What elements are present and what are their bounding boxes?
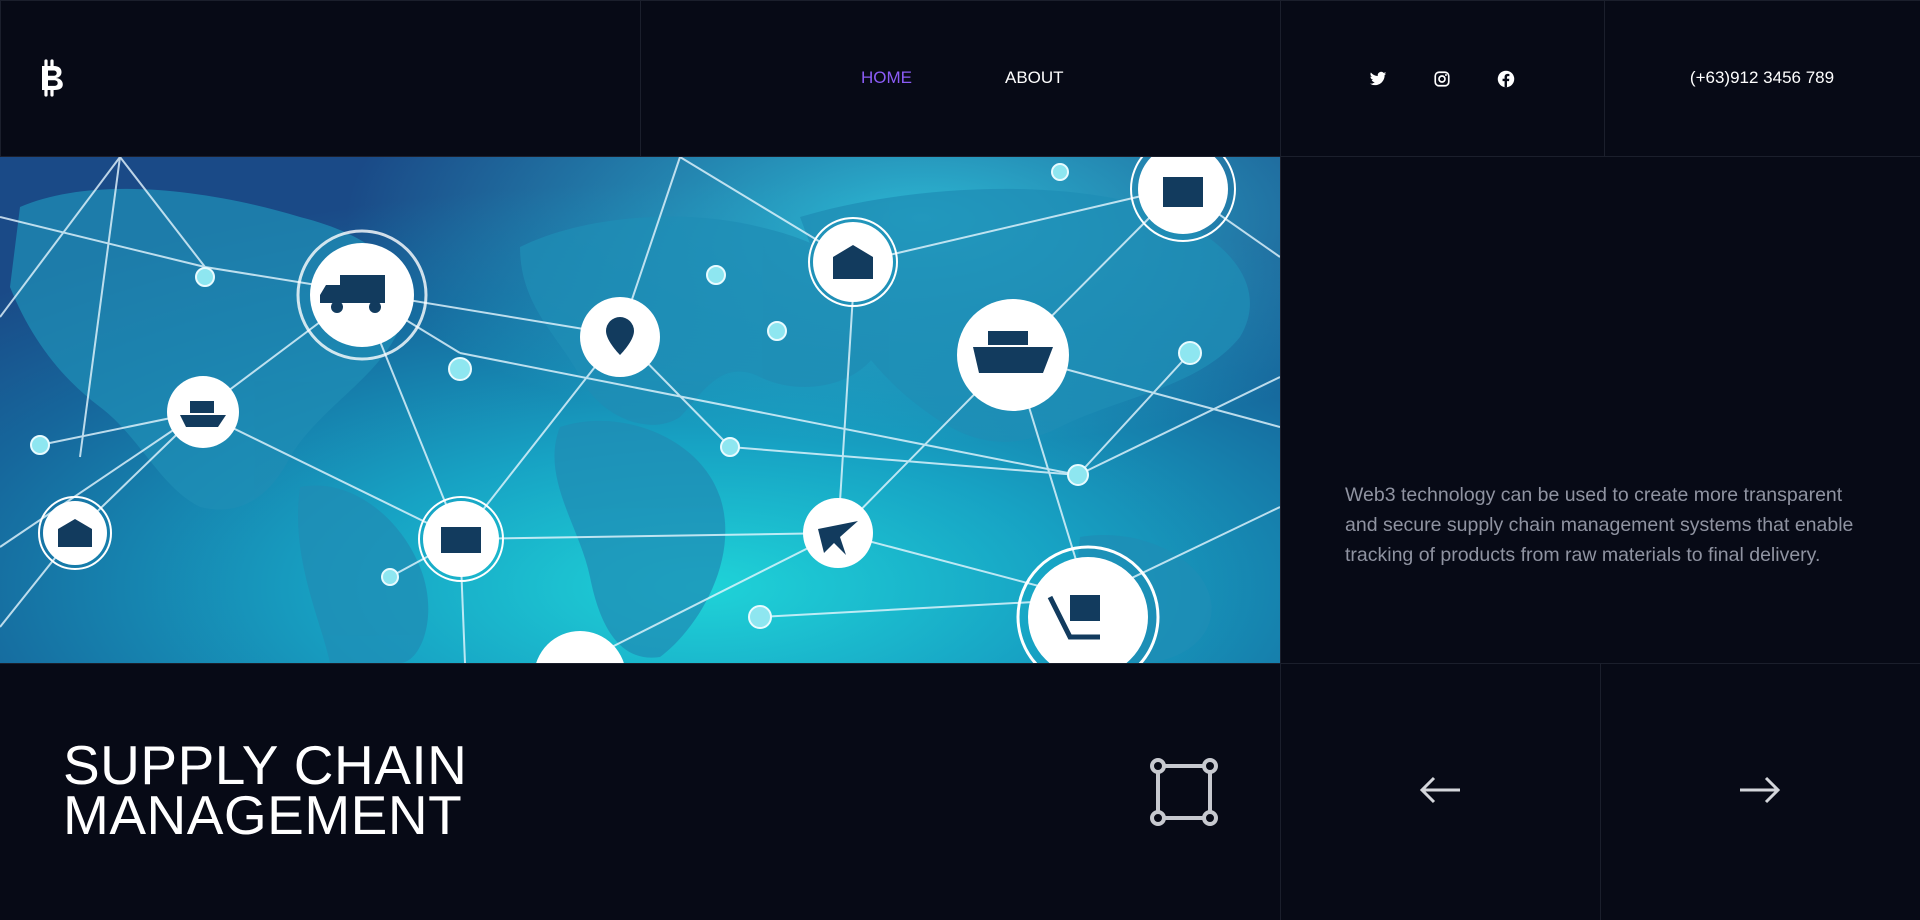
title-line: MANAGEMENT	[63, 784, 463, 846]
arrow-right-icon[interactable]	[1736, 770, 1784, 810]
instagram-icon[interactable]	[1431, 68, 1453, 90]
twitter-icon[interactable]	[1367, 68, 1389, 90]
divider	[0, 663, 1920, 664]
site-header: HOME ABOUT (+63)912 3456 789	[0, 0, 1920, 157]
arrow-left-icon[interactable]	[1416, 770, 1464, 810]
divider	[1600, 663, 1601, 920]
title-line: SUPPLY CHAIN	[63, 734, 468, 796]
supply-chain-network-map	[0, 157, 1280, 663]
facebook-icon[interactable]	[1495, 68, 1517, 90]
nav-about[interactable]: ABOUT	[1005, 68, 1064, 88]
hero-description: Web3 technology can be used to create mo…	[1345, 484, 1854, 566]
nav-home[interactable]: HOME	[861, 68, 912, 88]
crop-square-icon	[1150, 758, 1218, 826]
phone-number[interactable]: (+63)912 3456 789	[1604, 68, 1920, 88]
page-title: SUPPLY CHAIN MANAGEMENT	[63, 734, 468, 846]
bitcoin-icon[interactable]	[37, 58, 67, 98]
